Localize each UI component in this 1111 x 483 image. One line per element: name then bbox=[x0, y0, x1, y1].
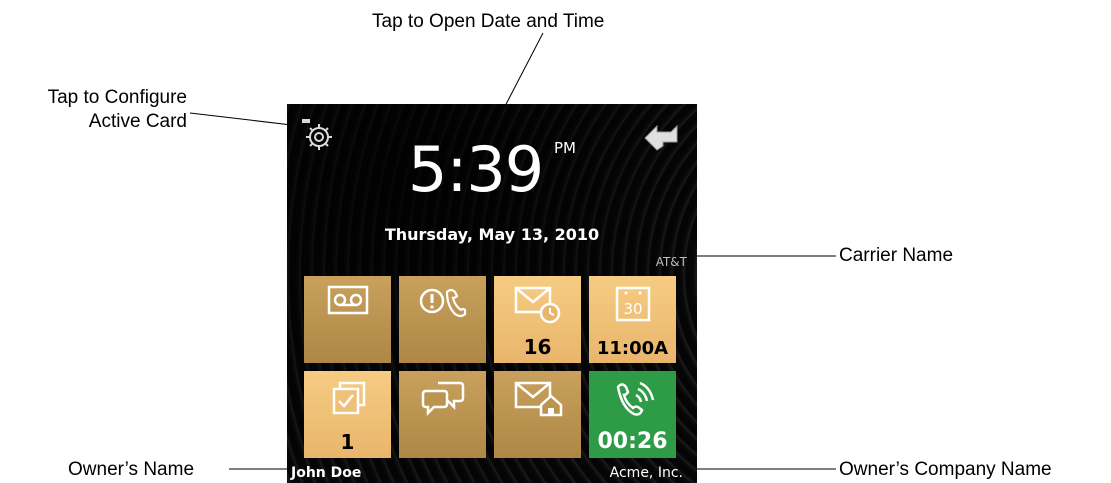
calendar-time: 11:00A bbox=[596, 338, 669, 359]
calendar-icon: 30 bbox=[615, 286, 650, 322]
tile-email[interactable]: 16 bbox=[494, 276, 581, 363]
missed-call-icon bbox=[419, 288, 466, 318]
mail-clock-icon bbox=[514, 286, 560, 324]
tile-messaging[interactable] bbox=[399, 371, 486, 458]
company-name: Acme, Inc. bbox=[609, 465, 683, 481]
mail-home-icon bbox=[514, 381, 562, 417]
switch-card-icon[interactable] bbox=[641, 116, 681, 161]
tile-voicemail[interactable] bbox=[304, 276, 391, 363]
clock-time[interactable]: 5:39 bbox=[408, 135, 544, 205]
svg-text:30: 30 bbox=[623, 300, 642, 318]
gear-icon[interactable] bbox=[299, 116, 339, 161]
tile-home-mail[interactable] bbox=[494, 371, 581, 458]
owner-name: John Doe bbox=[291, 465, 362, 481]
email-count: 16 bbox=[523, 335, 552, 359]
date-label[interactable]: Thursday, May 13, 2010 bbox=[287, 225, 697, 244]
tile-calendar[interactable]: 30 11:00A bbox=[589, 276, 676, 363]
call-duration: 00:26 bbox=[597, 429, 668, 454]
tasks-count: 1 bbox=[340, 430, 355, 454]
tasks-icon bbox=[332, 381, 365, 415]
tile-tasks[interactable]: 1 bbox=[304, 371, 391, 458]
tile-missed-calls[interactable] bbox=[399, 276, 486, 363]
phone-ringing-icon bbox=[616, 381, 654, 416]
tile-active-call[interactable]: 00:26 bbox=[589, 371, 676, 458]
carrier-name: AT&T bbox=[655, 255, 687, 269]
chat-icon bbox=[421, 381, 464, 417]
clock-ampm: PM bbox=[554, 139, 576, 157]
voicemail-icon bbox=[327, 285, 368, 315]
today-screen: 5:39 PM Thursday, May 13, 2010 AT&T 16 3… bbox=[287, 104, 697, 483]
